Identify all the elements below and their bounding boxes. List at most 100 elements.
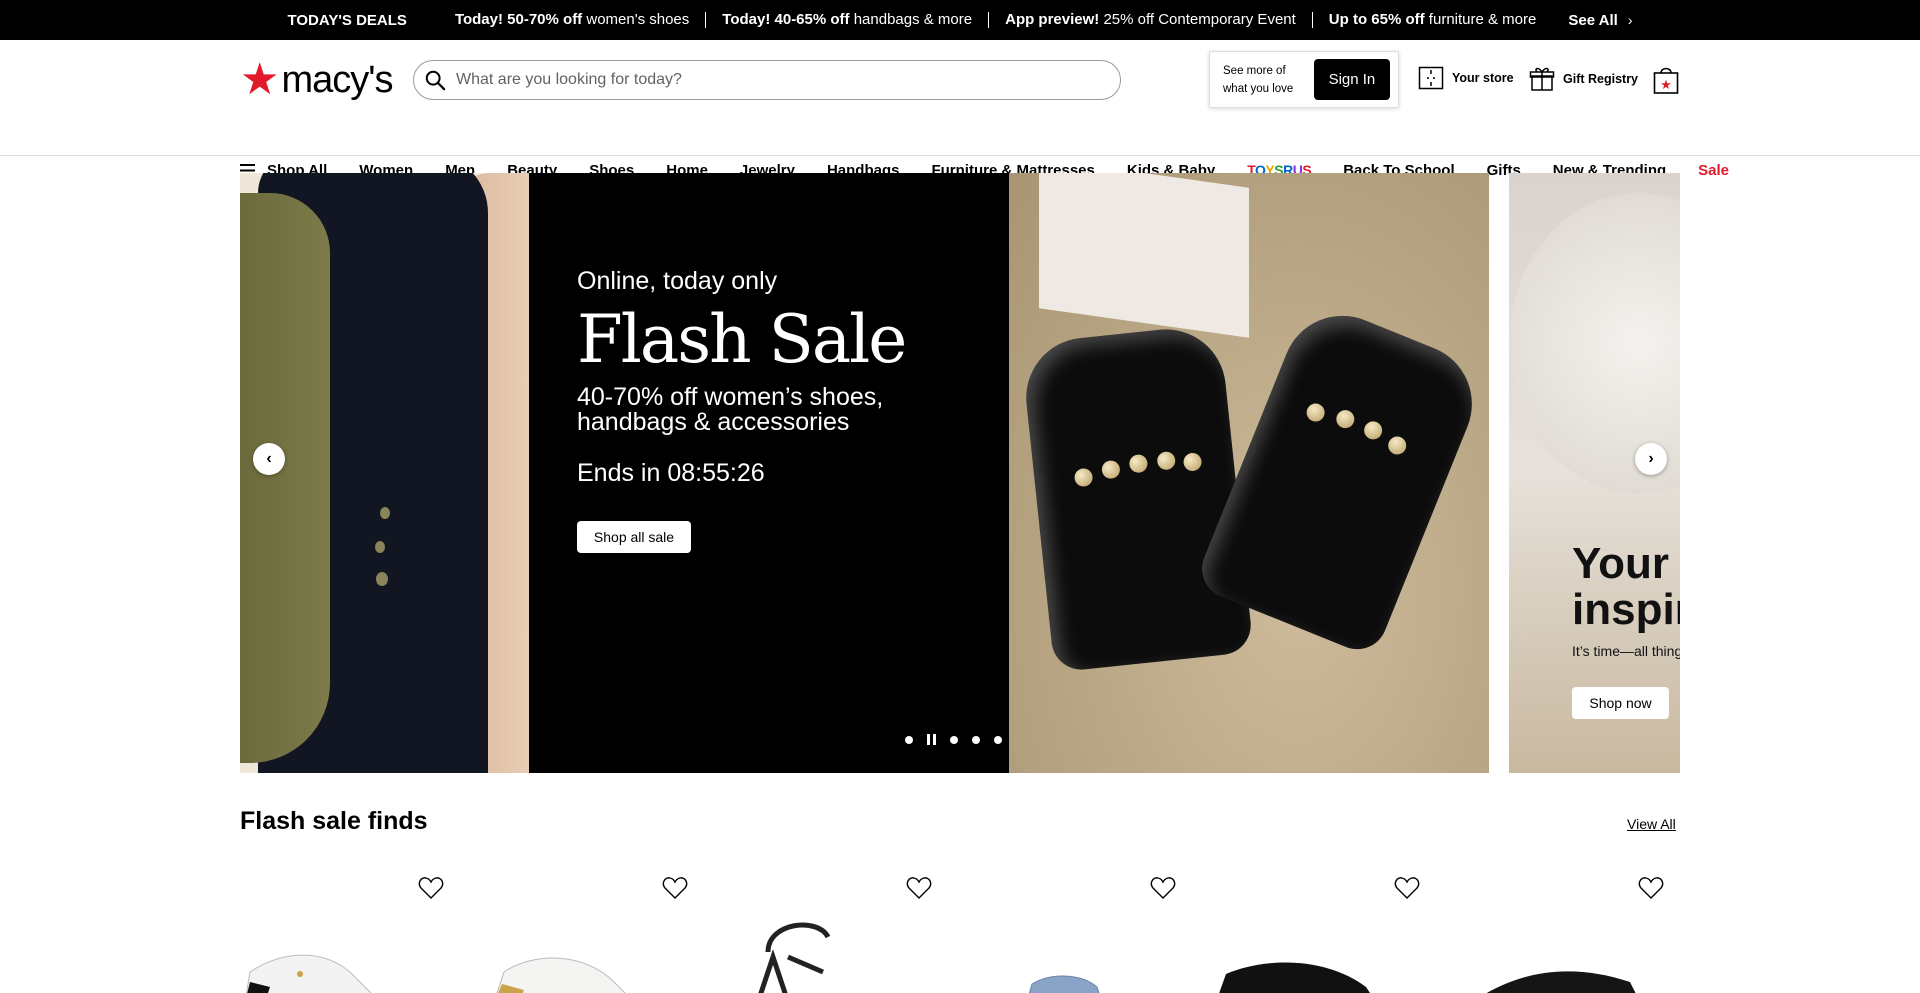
- black-slide-image: [1486, 971, 1636, 993]
- deal-link-handbags[interactable]: Today! 40-65% off handbags & more: [706, 11, 990, 28]
- deal-text: women's shoes: [582, 11, 690, 28]
- next-slide-headline-line1: Your l: [1572, 539, 1680, 588]
- gift-registry-label: Gift Registry: [1563, 72, 1639, 86]
- white-sneaker-image: [245, 954, 372, 993]
- search-input[interactable]: [456, 71, 1096, 89]
- gold-stud: [1156, 450, 1177, 471]
- countdown-value: 08:55:26: [667, 459, 765, 487]
- product-card[interactable]: [1460, 872, 1680, 993]
- your-store-label: Your store: [1452, 71, 1514, 85]
- chevron-right-icon: ›: [1627, 12, 1633, 28]
- heart-icon[interactable]: [1638, 876, 1664, 900]
- hero-image-loafers[interactable]: [1009, 173, 1489, 773]
- deal-text: furniture & more: [1424, 11, 1537, 28]
- heart-icon[interactable]: [418, 876, 444, 900]
- store-icon: [1418, 66, 1444, 90]
- shop-now-button[interactable]: Shop now: [1572, 687, 1669, 719]
- next-slide-subtext: It’s time—all thing: [1572, 643, 1680, 659]
- loafer-left-image: [1020, 323, 1254, 673]
- countdown-timer: Ends in 08:55:26: [577, 459, 765, 488]
- dress-button-decor: [380, 507, 390, 519]
- see-all-deals-link[interactable]: See All ›: [1568, 12, 1632, 29]
- carousel-next-button[interactable]: ›: [1635, 443, 1667, 475]
- site-header: ★ macy's See more of what you love Sign …: [0, 40, 1920, 179]
- heart-icon[interactable]: [662, 876, 688, 900]
- banner-headline: Flash Sale: [577, 301, 907, 378]
- next-slide-headline-line2: inspir: [1572, 585, 1680, 634]
- banner-subhead: 40-70% off women’s shoes, handbags & acc…: [577, 383, 884, 436]
- product-card[interactable]: [484, 872, 704, 993]
- logo-wordmark: macy's: [281, 58, 393, 101]
- carousel-indicators: [905, 734, 1002, 745]
- product-card[interactable]: [240, 872, 460, 993]
- hero-image-model-handbag[interactable]: [240, 173, 529, 773]
- heart-icon[interactable]: [1150, 876, 1176, 900]
- countdown-label: Ends in: [577, 459, 661, 487]
- carousel-prev-button[interactable]: ‹: [253, 443, 285, 475]
- star-logo-icon: ★: [240, 55, 280, 104]
- product-carousel: [240, 872, 1680, 993]
- product-card[interactable]: [728, 872, 948, 993]
- deal-text: handbags & more: [849, 11, 973, 28]
- see-all-label: See All: [1568, 11, 1618, 29]
- white-box-prop: [1039, 173, 1249, 338]
- macys-logo[interactable]: ★ macy's: [240, 55, 394, 104]
- pause-icon: [933, 734, 936, 745]
- gift-icon: [1529, 67, 1555, 91]
- denim-shoe-image: [1028, 975, 1100, 993]
- carousel-pause-button[interactable]: [927, 734, 936, 745]
- dress-button-decor: [375, 541, 385, 553]
- deal-link-womens-shoes[interactable]: Today! 50-70% off women's shoes: [439, 11, 707, 28]
- search-icon: [425, 70, 446, 91]
- gift-registry-link[interactable]: Gift Registry: [1529, 66, 1638, 92]
- flash-sale-finds-title: Flash sale finds: [240, 807, 428, 835]
- signin-message: See more of what you love: [1223, 64, 1294, 95]
- nav-item-sale[interactable]: Sale: [1698, 162, 1729, 179]
- banner-eyebrow: Online, today only: [577, 267, 778, 295]
- deal-text: 25% off Contemporary Event: [1099, 11, 1296, 28]
- product-card[interactable]: [972, 872, 1192, 993]
- heart-icon[interactable]: [1394, 876, 1420, 900]
- carousel-dot[interactable]: [950, 735, 958, 744]
- deals-title[interactable]: TODAY'S DEALS: [288, 12, 407, 29]
- deal-link-furniture[interactable]: Up to 65% off furniture & more: [1313, 12, 1553, 28]
- carousel-dot[interactable]: [972, 735, 980, 744]
- black-flat-image: [1219, 962, 1370, 993]
- chevron-left-icon: ‹: [266, 450, 272, 467]
- sign-in-button[interactable]: Sign In: [1313, 59, 1390, 100]
- chevron-right-icon: ›: [1648, 450, 1654, 467]
- signin-box: See more of what you love Sign In: [1209, 51, 1399, 108]
- heart-icon[interactable]: [906, 876, 932, 900]
- white-gold-sneaker-image: [496, 957, 626, 993]
- your-store-link[interactable]: Your store: [1418, 66, 1514, 90]
- dress-button-decor: [376, 572, 388, 586]
- deal-bold-text: Today! 50-70% off: [454, 11, 583, 28]
- product-card[interactable]: [1216, 872, 1436, 993]
- pause-icon: [927, 734, 930, 745]
- olive-handbag-image: [240, 193, 330, 763]
- flash-sale-banner[interactable]: Online, today only Flash Sale 40-70% off…: [529, 173, 1009, 773]
- gold-stud: [1333, 407, 1358, 431]
- deal-bold-text: Today! 40-65% off: [722, 11, 850, 28]
- deals-bar: TODAY'S DEALS Today! 50-70% off women's …: [0, 0, 1920, 40]
- search-bar[interactable]: [413, 60, 1121, 100]
- gold-stud: [1385, 433, 1409, 458]
- svg-text:★: ★: [1660, 78, 1672, 93]
- shopping-bag-button[interactable]: ★: [1653, 65, 1679, 100]
- carousel-dot[interactable]: [905, 735, 913, 744]
- hero-carousel: Online, today only Flash Sale 40-70% off…: [240, 173, 1680, 773]
- deal-bold-text: Up to 65% off: [1328, 11, 1425, 28]
- carousel-dot[interactable]: [994, 735, 1002, 744]
- shop-all-sale-button[interactable]: Shop all sale: [577, 521, 691, 553]
- next-slide-headline: Your linspir: [1572, 541, 1680, 633]
- black-sandal-image: [758, 922, 831, 993]
- gold-stud: [1361, 418, 1385, 443]
- deal-bold-text: App preview!: [1005, 11, 1100, 28]
- shopping-bag-icon: ★: [1653, 67, 1679, 94]
- gold-stud: [1128, 453, 1149, 474]
- header-divider: [0, 155, 1920, 156]
- gold-stud: [1182, 452, 1203, 472]
- view-all-link[interactable]: View All: [1627, 816, 1676, 832]
- deal-link-contemporary[interactable]: App preview! 25% off Contemporary Event: [989, 12, 1313, 28]
- gold-stud: [1073, 467, 1094, 488]
